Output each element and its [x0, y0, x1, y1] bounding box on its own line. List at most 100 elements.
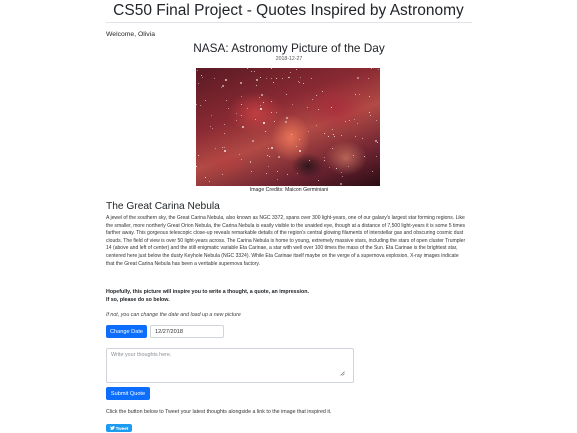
nebula-star [289, 77, 290, 78]
nebula-star [261, 94, 263, 96]
nebula-star [236, 113, 237, 114]
nebula-star [277, 171, 278, 172]
nebula-star [201, 75, 202, 76]
nebula-star [196, 166, 197, 167]
nebula-star [205, 177, 206, 178]
nebula-star [276, 112, 277, 113]
nebula-star [342, 176, 343, 177]
nebula-star [269, 156, 270, 157]
nebula-star [316, 125, 317, 126]
nebula-star [222, 85, 224, 87]
nebula-star [228, 108, 229, 109]
nebula-star [370, 115, 371, 116]
nebula-star [309, 160, 310, 161]
change-date-button[interactable]: Change Date [106, 325, 147, 338]
nebula-star [226, 100, 227, 101]
nebula-star [267, 155, 268, 156]
nebula-star [331, 107, 332, 108]
nebula-star [247, 108, 248, 109]
nebula-star [349, 120, 350, 121]
nebula-star [224, 124, 225, 125]
nebula-star [266, 78, 267, 79]
nebula-star [369, 112, 370, 113]
nebula-star [198, 155, 199, 156]
nebula-star [333, 134, 334, 135]
nebula-star [308, 131, 309, 132]
nebula-star [345, 121, 346, 122]
nebula-star [250, 162, 251, 163]
nebula-star [286, 94, 287, 95]
nebula-star [241, 159, 242, 160]
date-input[interactable] [150, 325, 224, 338]
nebula-star [376, 120, 377, 121]
nebula-star [336, 168, 337, 169]
date-change-note: If not, you can change the date and load… [106, 312, 241, 318]
submit-quote-button[interactable]: Submit Quote [106, 387, 150, 400]
nebula-star [271, 112, 272, 113]
nebula-star [224, 150, 226, 152]
nebula-star [277, 179, 278, 180]
nebula-star [211, 115, 212, 116]
nebula-star [299, 150, 301, 152]
nebula-star [242, 126, 244, 128]
nebula-star [324, 157, 325, 158]
nebula-star [359, 94, 360, 95]
nebula-star [255, 119, 256, 120]
nebula-star [341, 135, 342, 136]
nebula-star [274, 121, 275, 122]
nebula-star [254, 71, 255, 72]
nebula-star [341, 172, 342, 173]
nebula-star [278, 156, 280, 158]
nebula-star [340, 183, 342, 185]
nebula-star [197, 70, 198, 71]
nebula-star [265, 131, 266, 132]
nebula-star [260, 77, 261, 78]
thoughts-textarea[interactable] [106, 348, 354, 383]
nebula-star [357, 123, 358, 124]
nebula-star [224, 147, 225, 148]
nebula-star [362, 138, 363, 139]
nebula-star [198, 83, 199, 84]
nebula-star [316, 95, 317, 96]
nebula-star [355, 136, 356, 137]
nebula-star [224, 133, 225, 134]
nebula-star [241, 115, 242, 116]
nebula-star [222, 174, 223, 175]
nebula-star [268, 166, 269, 167]
nebula-star [273, 82, 274, 83]
nebula-star [296, 146, 297, 147]
nebula-star [375, 140, 377, 142]
nebula-star [378, 69, 379, 70]
nebula-star [368, 78, 369, 79]
nebula-star [241, 96, 242, 97]
nebula-star [324, 160, 325, 161]
nebula-star [271, 68, 272, 69]
nebula-star [332, 129, 333, 130]
nebula-star [307, 107, 308, 108]
nebula-star [292, 104, 293, 105]
nebula-star [329, 167, 330, 168]
nebula-star [236, 120, 237, 121]
nebula-star [266, 173, 267, 174]
nebula-star [222, 147, 223, 148]
site-title: CS50 Final Project - Quotes Inspired by … [113, 2, 464, 19]
resize-grip-icon[interactable] [340, 371, 345, 376]
nebula-star [268, 148, 269, 149]
apod-heading: NASA: Astronomy Picture of the Day [193, 41, 385, 55]
welcome-message: Welcome, Olivia [106, 31, 155, 38]
nebula-star [263, 122, 265, 124]
apod-image [196, 68, 380, 186]
nebula-star [221, 87, 222, 88]
nebula-star [200, 105, 201, 106]
nebula-star [334, 136, 335, 137]
nebula-star [252, 140, 254, 142]
nebula-star [303, 83, 304, 84]
nebula-star [364, 156, 365, 157]
prompt-line-2: If so, please do so below. [106, 296, 170, 303]
tweet-button[interactable]: Tweet [106, 424, 132, 432]
nebula-star [311, 78, 312, 79]
nebula-star [287, 174, 288, 175]
nebula-star [312, 99, 313, 100]
nebula-star [285, 121, 287, 123]
nebula-star [271, 78, 272, 79]
